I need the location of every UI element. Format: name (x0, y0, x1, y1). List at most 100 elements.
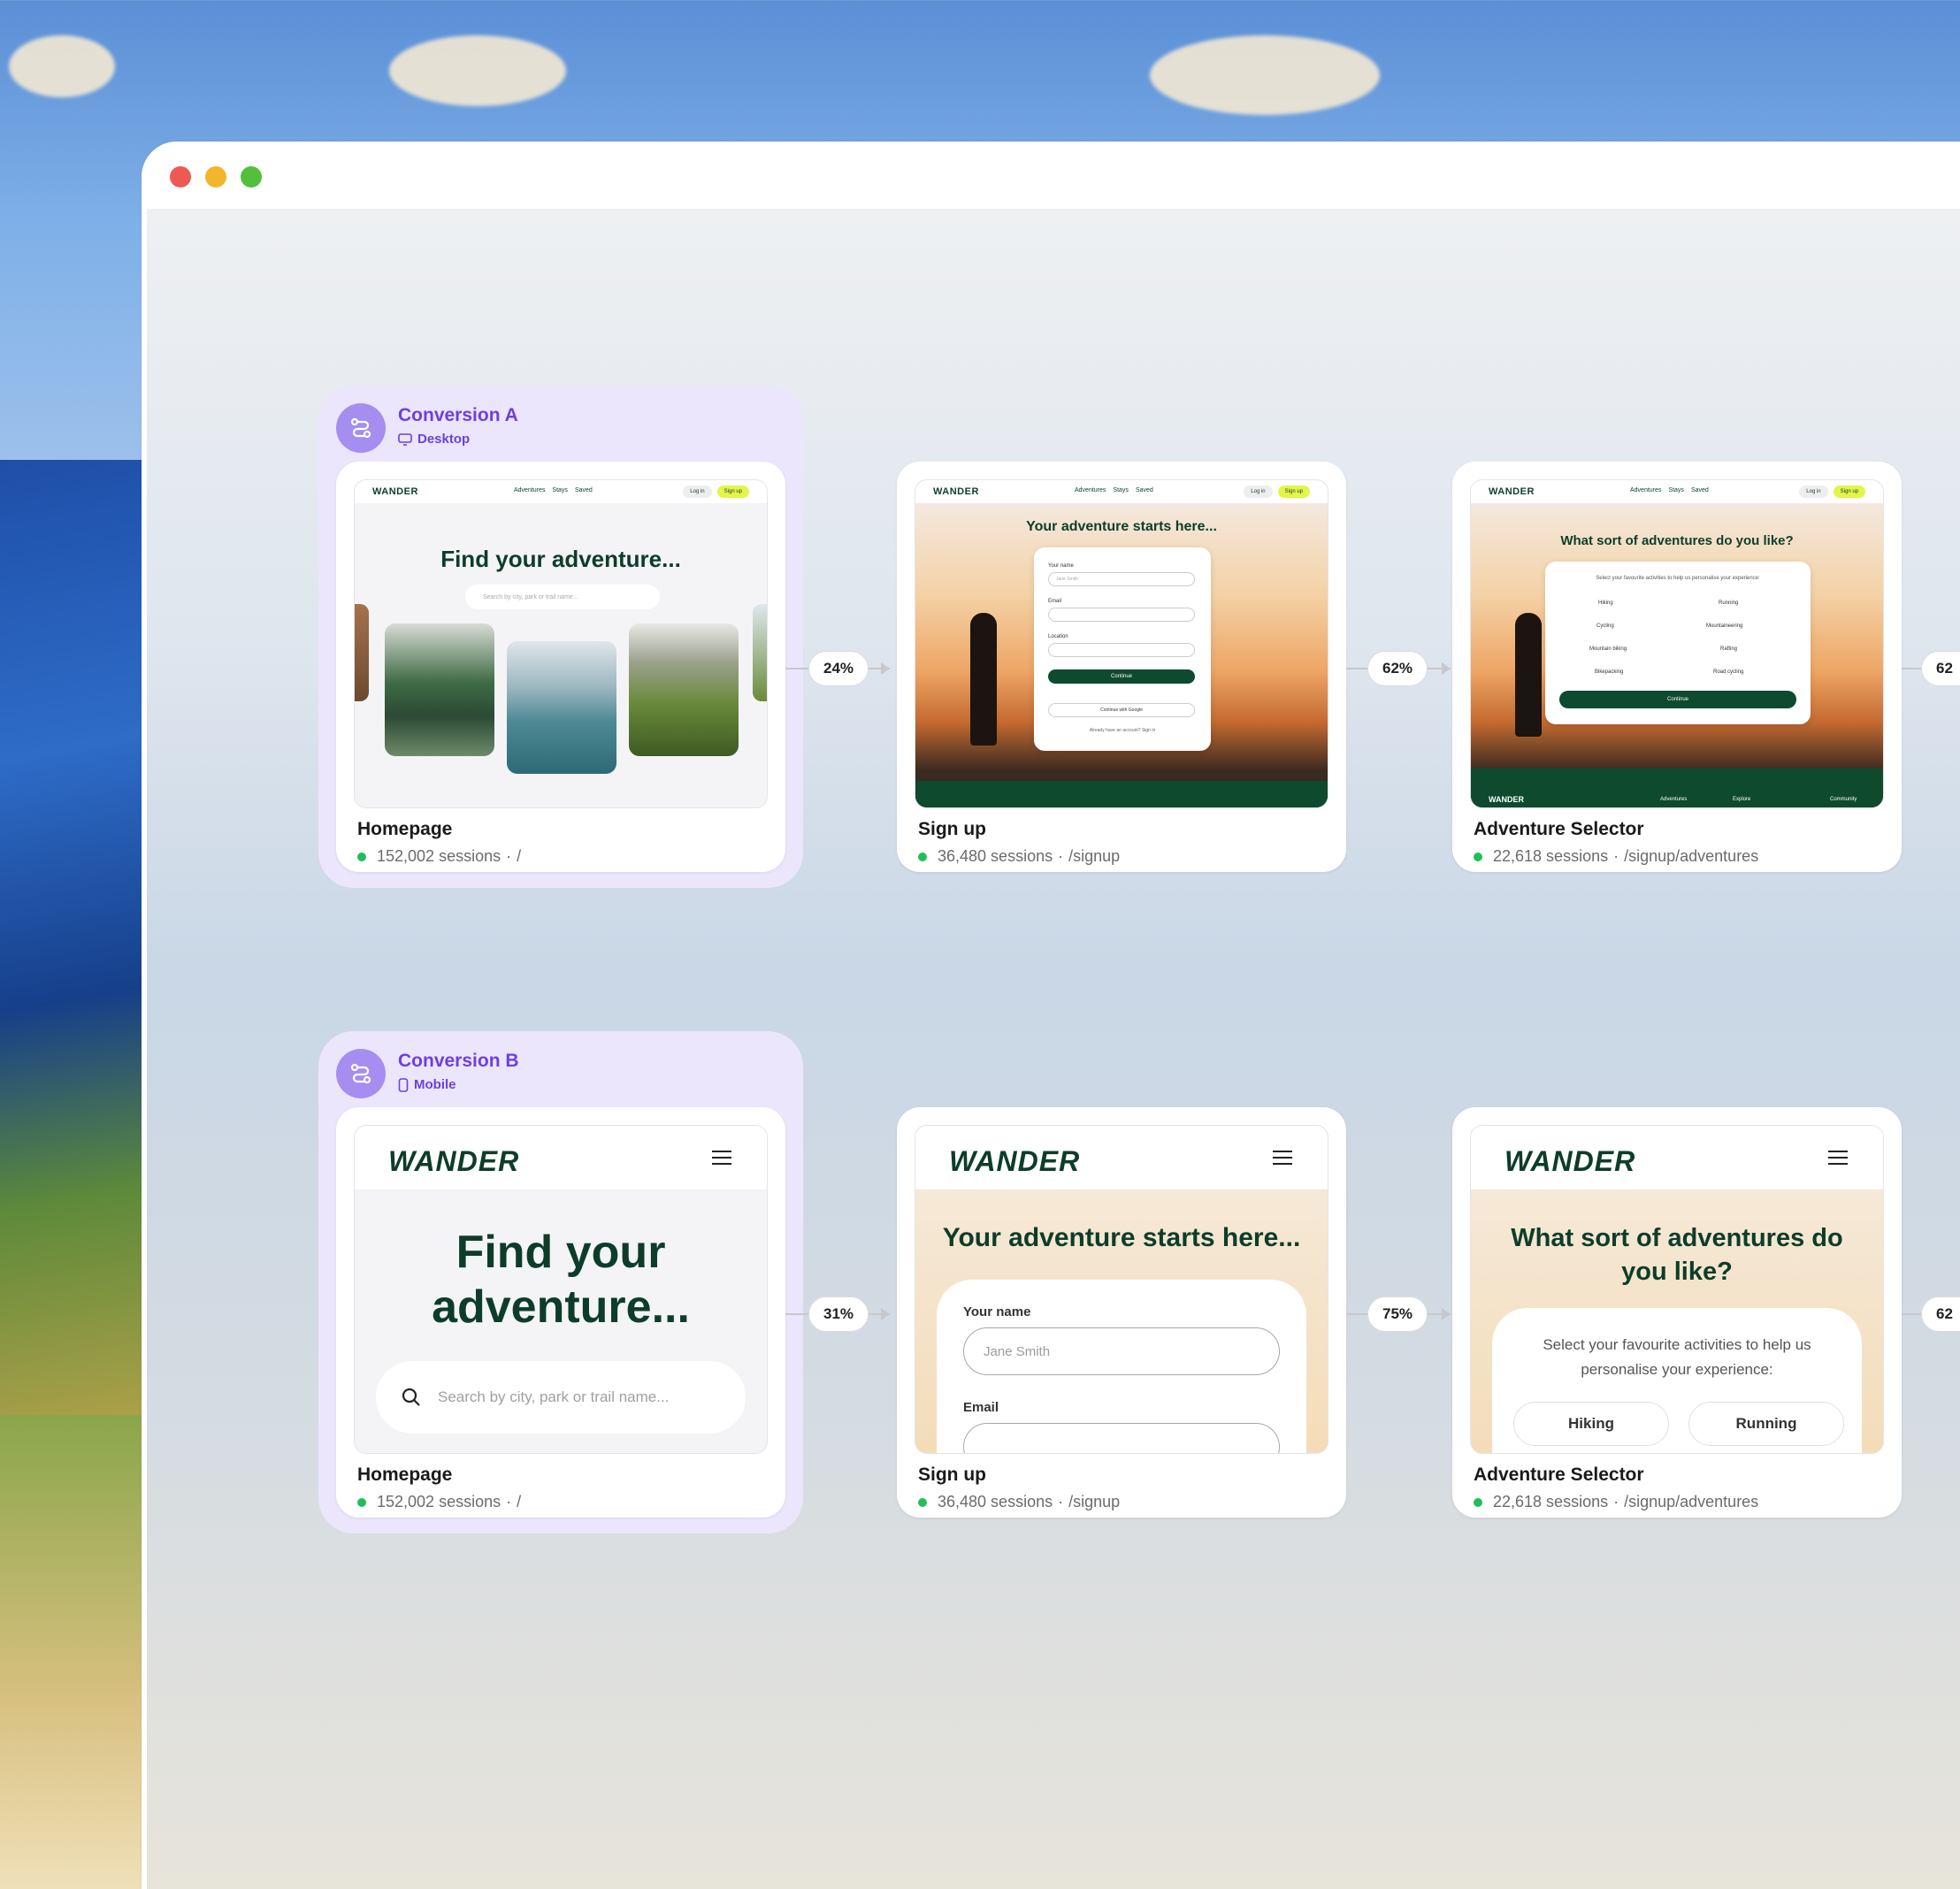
device-label: Mobile (414, 1077, 456, 1092)
page-preview: WANDER Adventures Stays Saved Log in Sign u… (354, 479, 768, 808)
page-path: / (517, 1493, 522, 1510)
conversion-rate-badge[interactable]: 31% (808, 1296, 869, 1332)
separator: · (1613, 847, 1619, 865)
status-dot (357, 852, 366, 861)
status-dot (918, 852, 927, 861)
site-logo: WANDER (372, 486, 418, 497)
separator: · (1058, 1493, 1064, 1510)
route-icon (336, 403, 386, 453)
page-footer (915, 781, 1328, 807)
route-icon (336, 1049, 386, 1098)
search-input: Search by city, park or trail name... (465, 585, 660, 609)
page-footer: WANDER Adventures Explore Community (1471, 769, 1883, 807)
conversion-rate-badge[interactable]: 62 (1921, 1296, 1960, 1332)
step-title: Adventure Selector (1474, 1465, 1644, 1485)
page-path: / (517, 847, 522, 865)
session-count: 22,618 sessions (1493, 1493, 1609, 1510)
app-window: Conversion A Desktop WANDER Adventures St… (142, 141, 1960, 1889)
nav-link: Adventures (1630, 487, 1662, 493)
step-card-signup[interactable]: WANDER Your adventure starts here... You… (897, 1107, 1346, 1518)
status-dot (918, 1497, 927, 1507)
background-cloud (389, 35, 566, 106)
status-dot (1474, 1497, 1482, 1507)
home-heading: Find your adventure... (432, 1227, 690, 1333)
device-label: Desktop (417, 432, 471, 447)
signup-heading: Your adventure starts here... (1026, 519, 1217, 534)
arrow-right-icon (1442, 662, 1451, 675)
signup-heading: Your adventure starts here... (942, 1223, 1301, 1252)
nav-link: Stays (552, 487, 568, 493)
step-title: Sign up (918, 819, 986, 839)
mobile-nav: WANDER (355, 1126, 767, 1189)
signup-form: Your name Jane Smith Email (937, 1280, 1306, 1453)
mobile-nav: WANDER (915, 1126, 1328, 1189)
nav-link: Stays (1113, 487, 1129, 493)
conversion-rate-badge[interactable]: 24% (808, 651, 869, 686)
step-card-adventure-selector[interactable]: WANDER Adventures Stays Saved Log in Sign u… (1452, 462, 1902, 872)
nav-link: Stays (1668, 487, 1684, 493)
nav-link: Saved (574, 487, 593, 493)
search-icon (402, 1388, 420, 1406)
session-count: 152,002 sessions (377, 847, 501, 865)
step-title: Homepage (357, 819, 453, 839)
hamburger-menu-icon (1828, 1151, 1848, 1165)
arrow-right-icon (881, 1308, 890, 1320)
page-path: /signup (1068, 1493, 1121, 1510)
step-card-homepage[interactable]: WANDER Find your adventure... Search by … (336, 1107, 785, 1518)
photo-mountain-lake (507, 641, 616, 774)
window-titlebar (142, 141, 1960, 209)
maximize-window-button[interactable] (241, 166, 262, 187)
conversion-rate-badge[interactable]: 62% (1367, 651, 1428, 686)
selector-heading: What sort of adventures do you like? (1511, 1224, 1843, 1286)
signup-button: Sign up (716, 486, 749, 498)
signup-button: Sign up (1833, 486, 1865, 498)
session-count: 36,480 sessions (938, 1493, 1053, 1510)
minimize-window-button[interactable] (205, 166, 226, 187)
login-button: Log in (683, 486, 712, 498)
session-count: 36,480 sessions (938, 847, 1053, 865)
step-title: Homepage (357, 1465, 453, 1485)
photo-tile (355, 604, 369, 701)
site-logo: WANDER (1489, 486, 1535, 497)
page-preview: WANDER Adventures Stays Saved Log in Sign u… (1470, 479, 1884, 808)
flow-name: Conversion B (398, 1051, 519, 1071)
separator: · (506, 847, 512, 865)
step-title: Sign up (918, 1465, 986, 1485)
mobile-icon (398, 1077, 409, 1092)
close-window-button[interactable] (170, 166, 191, 187)
photo-mountain-meadow (629, 623, 739, 756)
activity-option-hiking: Hiking (1513, 1402, 1669, 1446)
session-count: 22,618 sessions (1493, 847, 1609, 865)
selector-heading: What sort of adventures do you like? (1560, 533, 1794, 548)
separator: · (1058, 847, 1064, 865)
flow-name: Conversion A (398, 405, 518, 425)
step-card-adventure-selector[interactable]: WANDER What sort of adventures do you li… (1452, 1107, 1902, 1518)
nav-link: Saved (1135, 487, 1153, 493)
site-logo: WANDER (1504, 1145, 1636, 1177)
search-input: Search by city, park or trail name... (376, 1361, 746, 1434)
photo-tile (753, 604, 767, 701)
background-cloud (9, 35, 115, 97)
conversion-rate-badge[interactable]: 62 (1921, 651, 1960, 686)
step-card-homepage[interactable]: WANDER Adventures Stays Saved Log in Sign u… (336, 462, 785, 872)
page-preview: WANDER Adventures Stays Saved Log in Sign u… (915, 479, 1328, 808)
activity-form: Select your favourite activities to help… (1492, 1308, 1862, 1453)
nav-link: Adventures (1075, 487, 1106, 493)
arrow-right-icon (881, 662, 890, 675)
arrow-right-icon (1442, 1308, 1451, 1320)
separator: · (1613, 1493, 1619, 1510)
page-preview: WANDER Your adventure starts here... You… (915, 1125, 1328, 1454)
site-logo: WANDER (949, 1145, 1081, 1177)
hiker-silhouette (970, 613, 997, 746)
activity-option-running: Running (1688, 1402, 1844, 1446)
flow-canvas[interactable]: Conversion A Desktop WANDER Adventures St… (147, 209, 1960, 1889)
login-button: Log in (1799, 486, 1828, 498)
conversion-rate-badge[interactable]: 75% (1367, 1296, 1428, 1332)
step-card-signup[interactable]: WANDER Adventures Stays Saved Log in Sign u… (897, 462, 1346, 872)
desktop-icon (398, 432, 412, 446)
session-count: 152,002 sessions (377, 1493, 501, 1510)
page-path: /signup (1068, 847, 1121, 865)
signup-form: Your name Jane Smith Email Location Cont… (1034, 547, 1211, 751)
signup-button: Sign up (1277, 486, 1310, 498)
background-cloud (1150, 35, 1380, 115)
